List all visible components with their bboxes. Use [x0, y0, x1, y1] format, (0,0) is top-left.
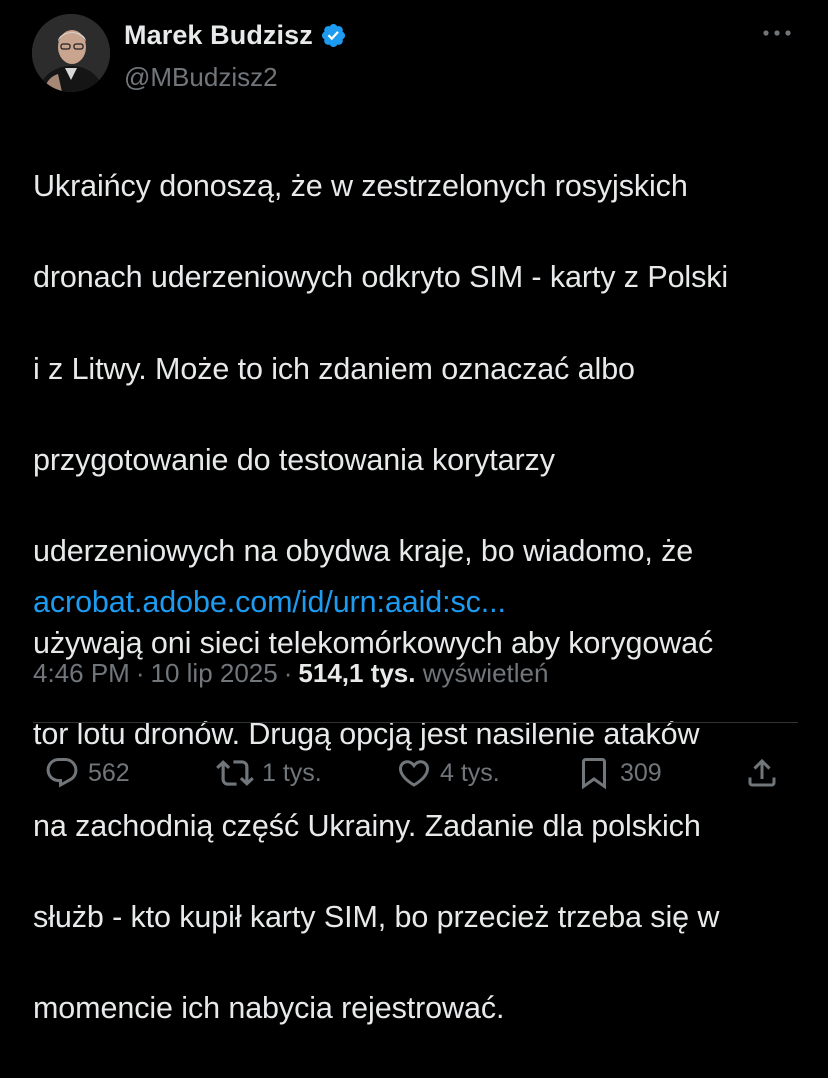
avatar[interactable]	[32, 14, 110, 92]
tweet-text-line: i z Litwy. Może to ich zdaniem oznaczać …	[33, 351, 635, 386]
repost-icon	[216, 760, 254, 786]
display-name[interactable]: Marek Budzisz	[124, 20, 313, 51]
reply-button[interactable]: 562	[44, 750, 130, 796]
verified-badge-icon	[321, 23, 345, 48]
tweet-meta: 4:46 PM · 10 lip 2025 · 514,1 tys. wyświetle…	[33, 655, 548, 691]
meta-separator: ·	[283, 658, 293, 688]
share-button[interactable]	[744, 750, 780, 796]
name-row: Marek Budzisz	[124, 20, 347, 51]
heart-icon	[398, 760, 430, 787]
tweet-text-line: przygotowanie do testowania korytarzy	[33, 442, 555, 477]
repost-button[interactable]: 1 tys.	[216, 750, 322, 796]
reply-icon	[46, 758, 78, 788]
share-icon	[748, 758, 776, 787]
like-button[interactable]: 4 tys.	[396, 750, 500, 796]
avatar-image	[32, 14, 110, 92]
like-count: 4 tys.	[440, 758, 500, 787]
more-horizontal-icon[interactable]	[762, 28, 792, 38]
bookmark-icon	[582, 758, 606, 790]
user-handle[interactable]: @MBudzisz2	[124, 62, 278, 93]
tweet-date[interactable]: 10 lip 2025	[151, 658, 278, 688]
bookmark-button[interactable]: 309	[576, 750, 662, 796]
tweet-header: Marek Budzisz @MBudzisz2	[32, 14, 798, 94]
tweet-text-line: na zachodnią część Ukrainy. Zadanie dla …	[33, 808, 701, 843]
tweet-text-line: Ukraińcy donoszą, że w zestrzelonych ros…	[33, 168, 688, 203]
views-count: 514,1 tys.	[298, 658, 416, 688]
views-label: wyświetleń	[422, 658, 549, 688]
tweet-time[interactable]: 4:46 PM	[33, 658, 130, 688]
tweet-text-line: służb - kto kupił karty SIM, bo przecież…	[33, 899, 720, 934]
divider	[33, 722, 798, 723]
reply-count: 562	[88, 758, 130, 787]
repost-count: 1 tys.	[262, 758, 322, 787]
tweet-link[interactable]: acrobat.adobe.com/id/urn:aaid:sc...	[33, 580, 506, 626]
tweet-text-line: uderzeniowych na obydwa kraje, bo wiadom…	[33, 534, 694, 569]
bookmark-count: 309	[620, 758, 662, 787]
tweet-text-line: momencie ich nabycia rejestrować.	[33, 991, 505, 1026]
meta-separator: ·	[135, 658, 145, 688]
tweet-text-line: dronach uderzeniowych odkryto SIM - kart…	[33, 260, 729, 295]
action-bar: 562 1 tys. 4 tys. 309	[44, 750, 789, 796]
